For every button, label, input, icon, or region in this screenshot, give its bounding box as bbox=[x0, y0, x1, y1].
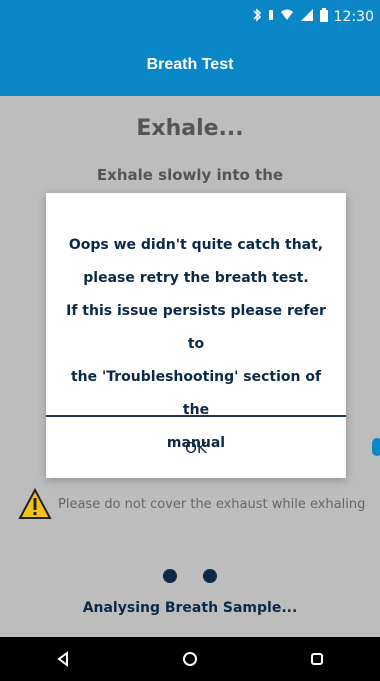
dialog-line: please retry the breath test. bbox=[83, 270, 309, 286]
vibrate-icon bbox=[268, 8, 274, 26]
dialog-line: If this issue persists please refer to bbox=[66, 303, 326, 352]
wifi-icon bbox=[280, 8, 294, 26]
app-bar: Breath Test bbox=[0, 34, 380, 96]
exhale-heading: Exhale... bbox=[136, 116, 244, 141]
exhale-instruction: Exhale slowly into the bbox=[96, 166, 284, 184]
progress-dots bbox=[0, 568, 380, 587]
recents-button[interactable] bbox=[297, 645, 337, 673]
status-bar: 12:30 bbox=[0, 0, 380, 34]
warning-row: Please do not cover the exhaust while ex… bbox=[18, 487, 366, 520]
bluetooth-icon bbox=[252, 8, 262, 26]
warning-text: Please do not cover the exhaust while ex… bbox=[58, 496, 366, 512]
dialog-line: Oops we didn't quite catch that, bbox=[68, 237, 324, 253]
analysing-status: Analysing Breath Sample... bbox=[82, 600, 298, 616]
battery-icon bbox=[319, 8, 328, 26]
ok-button[interactable]: OK bbox=[46, 417, 346, 478]
error-dialog: Oops we didn't quite catch that, please … bbox=[46, 193, 346, 478]
back-button[interactable] bbox=[43, 645, 83, 673]
status-icons: 12:30 bbox=[252, 8, 374, 26]
home-icon bbox=[182, 652, 197, 666]
recents-icon bbox=[310, 653, 323, 665]
edge-indicator bbox=[372, 438, 380, 456]
progress-dot bbox=[202, 569, 217, 583]
signal-icon bbox=[300, 8, 314, 26]
app-title: Breath Test bbox=[146, 56, 234, 73]
warning-icon bbox=[18, 487, 52, 520]
home-button[interactable] bbox=[170, 645, 210, 673]
progress-dot bbox=[163, 569, 178, 583]
back-icon bbox=[57, 651, 69, 667]
nav-bar bbox=[0, 637, 380, 681]
time: 12:30 bbox=[333, 9, 374, 25]
